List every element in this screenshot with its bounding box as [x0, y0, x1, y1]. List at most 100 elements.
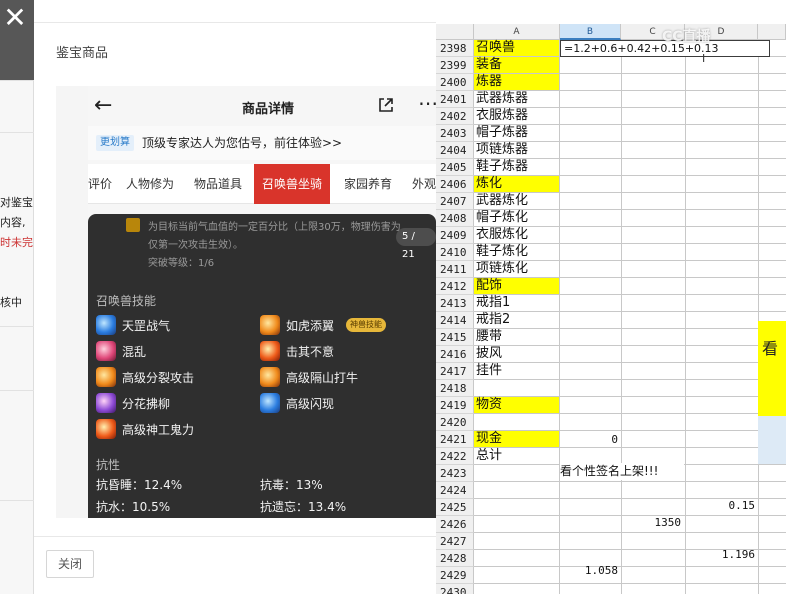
- screen: 对鉴宝 内容, 时未完 核中 ✕ 鉴宝商品 关闭 ← 商品详情 ⋯ 更划算 顶级…: [0, 0, 786, 594]
- cell-a[interactable]: 鞋子炼化: [474, 244, 560, 261]
- row-header[interactable]: 2428: [436, 550, 474, 567]
- row-header[interactable]: 2429: [436, 567, 474, 584]
- cell-a[interactable]: 武器炼化: [474, 193, 560, 210]
- cell-a[interactable]: 炼器: [474, 74, 560, 91]
- row-header[interactable]: 2414: [436, 312, 474, 329]
- row-header[interactable]: 2427: [436, 533, 474, 550]
- cell-a[interactable]: [474, 414, 560, 431]
- row-header[interactable]: 2405: [436, 159, 474, 176]
- row-header[interactable]: 2412: [436, 278, 474, 295]
- row-header[interactable]: 2417: [436, 363, 474, 380]
- cell-a[interactable]: 召唤兽: [474, 40, 560, 57]
- value-cell[interactable]: 1.196: [685, 546, 755, 563]
- row-header[interactable]: 2420: [436, 414, 474, 431]
- row-header[interactable]: 2404: [436, 142, 474, 159]
- tab-home[interactable]: 家园养育: [344, 164, 392, 204]
- share-icon[interactable]: [378, 97, 394, 113]
- row-header[interactable]: 2401: [436, 91, 474, 108]
- row-header[interactable]: 2410: [436, 244, 474, 261]
- cell-a[interactable]: 帽子炼化: [474, 210, 560, 227]
- cell-a[interactable]: 配饰: [474, 278, 560, 295]
- row-header[interactable]: 2418: [436, 380, 474, 397]
- cell-a[interactable]: 腰带: [474, 329, 560, 346]
- row-header[interactable]: 2411: [436, 261, 474, 278]
- cell-a[interactable]: 现金: [474, 431, 560, 448]
- cell-a[interactable]: 项链炼器: [474, 142, 560, 159]
- cell-a[interactable]: [474, 533, 560, 550]
- cell-a[interactable]: 帽子炼器: [474, 125, 560, 142]
- back-arrow-icon[interactable]: ←: [94, 92, 112, 120]
- select-all-corner[interactable]: [436, 24, 474, 40]
- row-header[interactable]: 2430: [436, 584, 474, 594]
- total-value-cell[interactable]: 0: [560, 431, 618, 448]
- cell-a[interactable]: 衣服炼器: [474, 108, 560, 125]
- row-header[interactable]: 2406: [436, 176, 474, 193]
- row-header[interactable]: 2399: [436, 57, 474, 74]
- gridline: [560, 141, 786, 142]
- row-header[interactable]: 2419: [436, 397, 474, 414]
- cell-a[interactable]: 戒指1: [474, 295, 560, 312]
- promo-banner[interactable]: 更划算 顶级专家达人为您估号，前往体验>>: [88, 126, 436, 160]
- cell-a[interactable]: 挂件: [474, 363, 560, 380]
- cell-a[interactable]: 武器炼器: [474, 91, 560, 108]
- column-header-b[interactable]: B: [560, 24, 621, 40]
- column-header-e[interactable]: [758, 24, 786, 40]
- close-icon[interactable]: ✕: [0, 0, 30, 36]
- cell-a[interactable]: [474, 516, 560, 533]
- tab-reviews[interactable]: 评价: [88, 164, 112, 204]
- row-header[interactable]: 2422: [436, 448, 474, 465]
- skill-name: 高级隔山打牛: [286, 371, 359, 385]
- flower-icon: [96, 393, 116, 413]
- selected-block: [758, 416, 786, 464]
- cell-a[interactable]: [474, 584, 560, 594]
- row-header[interactable]: 2403: [436, 125, 474, 142]
- row-header[interactable]: 2409: [436, 227, 474, 244]
- tiger-icon: [260, 315, 280, 335]
- product-preview[interactable]: ← 商品详情 ⋯ 更划算 顶级专家达人为您估号，前往体验>> 评价 人物修为 物…: [56, 86, 436, 518]
- spreadsheet[interactable]: A B C D 2398 召唤兽 2399 装备 2400 炼器 2401 武器炼器 2402 衣…: [436, 0, 786, 594]
- cell-a[interactable]: 装备: [474, 57, 560, 74]
- row-header[interactable]: 2413: [436, 295, 474, 312]
- value-cell[interactable]: 1350: [621, 514, 682, 531]
- cell-a[interactable]: 衣服炼化: [474, 227, 560, 244]
- cell-a[interactable]: [474, 380, 560, 397]
- merged-note-cell[interactable]: 看个性签名上架!!!: [560, 463, 684, 480]
- tab-items[interactable]: 物品道具: [194, 164, 242, 204]
- tab-appearance[interactable]: 外观: [412, 164, 436, 204]
- cell-a[interactable]: [474, 465, 560, 482]
- value-cell[interactable]: 1.058: [560, 562, 618, 579]
- tab-summons-mounts[interactable]: 召唤兽坐骑: [254, 164, 331, 204]
- row-header[interactable]: 2400: [436, 74, 474, 91]
- cell-a[interactable]: [474, 567, 560, 584]
- cell-a[interactable]: [474, 550, 560, 567]
- cell-a[interactable]: 披风: [474, 346, 560, 363]
- cell-a[interactable]: 炼化: [474, 176, 560, 193]
- close-button[interactable]: 关闭: [46, 550, 94, 578]
- row-header[interactable]: 2398: [436, 40, 474, 57]
- row-header[interactable]: 2424: [436, 482, 474, 499]
- row-header[interactable]: 2426: [436, 516, 474, 533]
- row-header[interactable]: 2421: [436, 431, 474, 448]
- cell-a[interactable]: [474, 499, 560, 516]
- cell-a[interactable]: 总计: [474, 448, 560, 465]
- mountain-strike-icon: [260, 367, 280, 387]
- row-header[interactable]: 2407: [436, 193, 474, 210]
- more-icon[interactable]: ⋯: [418, 92, 436, 114]
- gridline: [560, 90, 786, 91]
- row-header[interactable]: 2408: [436, 210, 474, 227]
- value-cell[interactable]: 0.15: [685, 497, 756, 514]
- divider: [0, 80, 34, 81]
- column-header-a[interactable]: A: [474, 24, 560, 40]
- cell-a[interactable]: [474, 482, 560, 499]
- cell-a[interactable]: 鞋子炼器: [474, 159, 560, 176]
- cell-a[interactable]: 项链炼化: [474, 261, 560, 278]
- row-header[interactable]: 2423: [436, 465, 474, 482]
- row-header[interactable]: 2416: [436, 346, 474, 363]
- row-header[interactable]: 2402: [436, 108, 474, 125]
- cell-a[interactable]: 戒指2: [474, 312, 560, 329]
- cell-a[interactable]: 物资: [474, 397, 560, 414]
- row-header[interactable]: 2415: [436, 329, 474, 346]
- row-header[interactable]: 2425: [436, 499, 474, 516]
- tab-cultivation[interactable]: 人物修为: [126, 164, 174, 204]
- gridline: [560, 73, 786, 74]
